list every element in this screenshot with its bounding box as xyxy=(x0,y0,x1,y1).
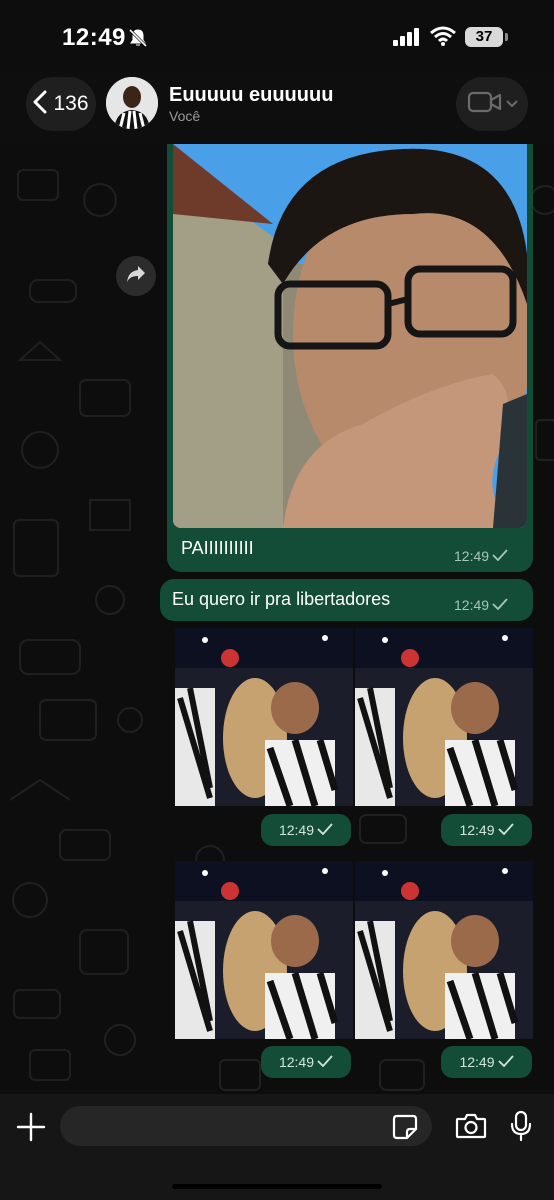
message-time: 12:49 xyxy=(459,822,495,838)
message-text: Eu quero ir pra libertadores xyxy=(172,589,391,609)
back-button[interactable]: 136 xyxy=(26,77,96,131)
chevron-left-icon xyxy=(33,90,47,119)
checkmark-icon xyxy=(317,822,333,838)
forward-arrow-icon xyxy=(126,265,146,288)
gif-message[interactable] xyxy=(355,628,533,806)
text-message[interactable]: Eu quero ir pra libertadores 12:49 xyxy=(160,579,533,621)
camera-icon[interactable] xyxy=(455,1112,487,1145)
checkmark-icon xyxy=(492,597,508,613)
gif-message[interactable] xyxy=(175,628,353,806)
gif-time-badge: 12:49 xyxy=(261,814,351,846)
checkmark-icon xyxy=(497,1054,514,1070)
message-time: 12:49 xyxy=(454,597,490,613)
avatar[interactable] xyxy=(106,77,158,129)
message-text: PAIIIIIIIIII xyxy=(181,538,254,558)
gif-message[interactable] xyxy=(175,861,353,1039)
message-meta: 12:49 xyxy=(454,548,508,564)
home-indicator xyxy=(172,1184,382,1189)
message-time: 12:49 xyxy=(454,548,490,564)
chat-subtitle: Você xyxy=(169,108,201,124)
battery-level: 37 xyxy=(465,27,503,47)
status-bar: 12:49 37 xyxy=(0,0,554,72)
message-time: 12:49 xyxy=(459,1054,495,1070)
forward-button[interactable] xyxy=(116,256,156,296)
message-time: 12:49 xyxy=(278,822,315,838)
chevron-down-icon xyxy=(505,95,518,113)
photo-message[interactable]: PAIIIIIIIIII 12:49 xyxy=(167,144,533,572)
chat-header: 136 Euuuuu euuuuuu Você xyxy=(0,72,554,144)
sticker-icon[interactable] xyxy=(392,1114,418,1145)
bell-muted-icon xyxy=(128,28,148,53)
wifi-icon xyxy=(430,26,456,51)
checkmark-icon xyxy=(497,822,514,838)
message-input[interactable] xyxy=(60,1106,432,1146)
plus-icon[interactable] xyxy=(14,1110,48,1144)
battery-cap xyxy=(505,33,508,41)
gif-time-badge: 12:49 xyxy=(261,1046,351,1078)
status-time: 12:49 xyxy=(62,24,126,51)
video-call-button[interactable] xyxy=(456,77,528,131)
signal-icon xyxy=(393,28,421,51)
selfie-photo[interactable] xyxy=(173,144,527,528)
checkmark-icon xyxy=(492,548,508,564)
microphone-icon[interactable] xyxy=(510,1110,532,1147)
message-time: 12:49 xyxy=(278,1054,315,1070)
chat-name[interactable]: Euuuuu euuuuuu xyxy=(169,84,333,107)
gif-time-badge: 12:49 xyxy=(441,1046,532,1078)
gif-message[interactable] xyxy=(355,861,533,1039)
gif-time-badge: 12:49 xyxy=(441,814,532,846)
video-camera-icon xyxy=(467,90,503,119)
unread-count: 136 xyxy=(53,92,89,115)
message-meta: 12:49 xyxy=(454,597,508,613)
checkmark-icon xyxy=(317,1054,333,1070)
